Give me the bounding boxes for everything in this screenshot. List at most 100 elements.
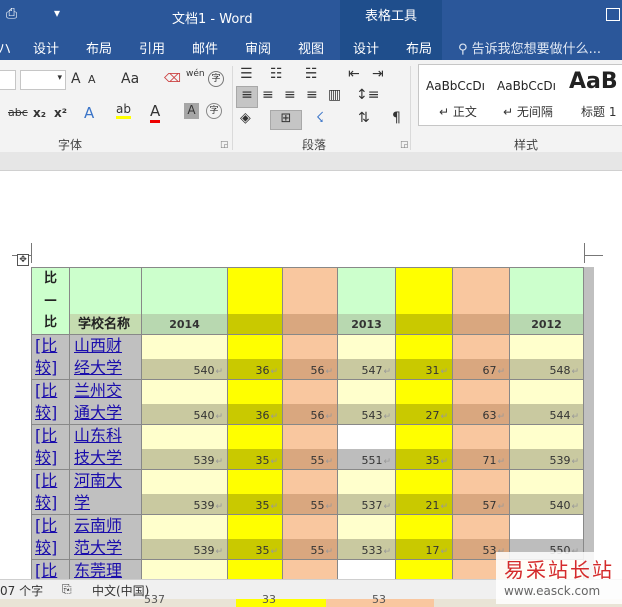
- compare-link[interactable]: [比较]: [32, 335, 69, 379]
- paragraph-group-label: 段落: [302, 138, 327, 152]
- school-link[interactable]: 东莞理工学院: [70, 560, 134, 579]
- justify-icon[interactable]: ≡: [306, 87, 318, 103]
- value-cell: 539↵: [509, 424, 584, 470]
- compare-link[interactable]: [比较]: [32, 425, 69, 469]
- paragraph-dialog-launcher-icon[interactable]: ◲: [400, 140, 409, 150]
- header-year-label: 2012: [531, 318, 562, 331]
- tab-prev-arrow[interactable]: ハ: [0, 38, 11, 57]
- value-text: 31: [425, 364, 440, 377]
- align-center-icon[interactable]: ≡: [262, 87, 274, 103]
- value-text: 17: [425, 544, 440, 557]
- compare-link[interactable]: [比较]: [32, 515, 69, 559]
- restore-window-button[interactable]: [606, 8, 620, 21]
- line-spacing-icon[interactable]: ↕≡: [356, 87, 379, 103]
- value-cell: 67↵: [452, 334, 510, 380]
- shrink-font-button[interactable]: A: [88, 73, 96, 86]
- value-number: 539↵: [193, 454, 223, 467]
- value-cell: 35↵: [227, 514, 283, 560]
- multilevel-list-icon[interactable]: ☵: [305, 66, 318, 82]
- value-number: 55↵: [310, 454, 333, 467]
- decrease-indent-icon[interactable]: ⇤: [348, 66, 360, 82]
- language-indicator[interactable]: 中文(中国): [92, 582, 149, 599]
- print-preview-icon[interactable]: ⎙: [6, 6, 17, 22]
- paragraph-mark: ↵: [270, 367, 278, 377]
- align-right-icon[interactable]: ≡: [284, 87, 296, 103]
- tab-design[interactable]: 设计: [33, 38, 59, 57]
- tab-table-layout[interactable]: 布局: [406, 38, 432, 57]
- style-nospacing-sample[interactable]: AaBbCcDı: [497, 79, 556, 93]
- borders-icon[interactable]: ⊞: [270, 110, 302, 130]
- char-shading-button[interactable]: A: [184, 103, 199, 119]
- increase-indent-icon[interactable]: ⇥: [372, 66, 384, 82]
- tab-review[interactable]: 审阅: [245, 38, 271, 57]
- style-heading1-name: 标题 1: [581, 105, 617, 119]
- value-number: 547↵: [361, 364, 391, 377]
- school-link[interactable]: 山西财经大学: [70, 335, 134, 379]
- text-effects-button[interactable]: A: [84, 104, 94, 122]
- font-size-combo[interactable]: ▾: [20, 70, 66, 90]
- style-normal-sample[interactable]: AaBbCcDı: [426, 79, 485, 93]
- align-left-icon[interactable]: ≡: [236, 86, 258, 108]
- sort-icon[interactable]: ⇅: [358, 110, 370, 126]
- header-year-cell: [227, 267, 283, 335]
- school-link[interactable]: 兰州交通大学: [70, 380, 134, 424]
- tab-mailings[interactable]: 邮件: [192, 38, 218, 57]
- tab-view[interactable]: 视图: [298, 38, 324, 57]
- proofing-icon[interactable]: ⎘: [62, 582, 72, 597]
- superscript-button[interactable]: x²: [54, 106, 67, 120]
- bullets-icon[interactable]: ☰: [240, 66, 253, 82]
- school-link[interactable]: 云南师范大学: [70, 515, 134, 559]
- subscript-button[interactable]: x₂: [33, 106, 46, 120]
- value-cell: 35↵: [227, 469, 283, 515]
- strip-yellow: [236, 599, 326, 607]
- distributed-icon[interactable]: ▥: [328, 87, 341, 103]
- value-cell: 63↵: [452, 379, 510, 425]
- tab-table-design[interactable]: 设计: [353, 38, 379, 57]
- strikethrough-button[interactable]: abc: [8, 106, 28, 119]
- enclose-char-button[interactable]: 字: [208, 71, 224, 87]
- compare-cell: [比较]: [31, 469, 70, 515]
- value-cell: 21↵: [395, 469, 453, 515]
- enclose-alpha-button[interactable]: 字: [206, 103, 222, 119]
- paragraph-mark: ↵: [325, 457, 333, 467]
- compare-cell: [比较]: [31, 559, 70, 579]
- header-year-cell: [452, 267, 510, 335]
- word-count[interactable]: 07 个字: [0, 582, 43, 599]
- tab-layout[interactable]: 布局: [86, 38, 112, 57]
- clear-format-icon[interactable]: ⌫: [164, 71, 181, 85]
- tab-references[interactable]: 引用: [139, 38, 165, 57]
- style-heading1-sample[interactable]: AaB: [569, 69, 618, 94]
- style-normal-name: ↵ 正文: [439, 105, 477, 119]
- compare-link[interactable]: [比较]: [32, 470, 69, 514]
- margin-mark: [584, 255, 603, 256]
- numbering-icon[interactable]: ☷: [270, 66, 283, 82]
- change-case-button[interactable]: Aa: [121, 71, 139, 87]
- shading-icon[interactable]: ◈: [240, 110, 251, 126]
- compare-link[interactable]: [比较]: [32, 560, 69, 579]
- highlight-button[interactable]: ab: [116, 102, 131, 119]
- asian-layout-icon[interactable]: ☇: [316, 110, 324, 126]
- compare-link[interactable]: [比较]: [32, 380, 69, 424]
- table-move-handle-icon[interactable]: ✥: [17, 254, 29, 266]
- value-text: 547: [361, 364, 383, 377]
- grow-font-button[interactable]: A: [71, 71, 81, 87]
- header-compare-cell: 比—比: [31, 267, 70, 335]
- customize-qat-button[interactable]: ▾: [54, 6, 60, 20]
- school-link[interactable]: 山东科技大学: [70, 425, 134, 469]
- value-cell: 55↵: [282, 514, 338, 560]
- value-cell: 540↵: [509, 469, 584, 515]
- value-cell: 31↵: [395, 334, 453, 380]
- value-number: 540↵: [193, 409, 223, 422]
- paragraph-mark: ↵: [571, 457, 579, 467]
- font-dialog-launcher-icon[interactable]: ◲: [220, 140, 229, 150]
- header-year-cell: 2014: [141, 267, 228, 335]
- show-marks-icon[interactable]: ¶: [392, 110, 401, 126]
- header-year-cell: 2013: [337, 267, 396, 335]
- phonetic-guide-button[interactable]: wén: [186, 69, 205, 79]
- font-color-button[interactable]: A: [150, 102, 161, 123]
- font-name-combo[interactable]: [0, 70, 16, 90]
- tell-me-box[interactable]: ⚲ 告诉我您想要做什么...: [458, 38, 601, 57]
- value-cell: 539↵: [141, 424, 228, 470]
- school-link[interactable]: 河南大学: [70, 470, 134, 514]
- value-text: 55: [310, 454, 325, 467]
